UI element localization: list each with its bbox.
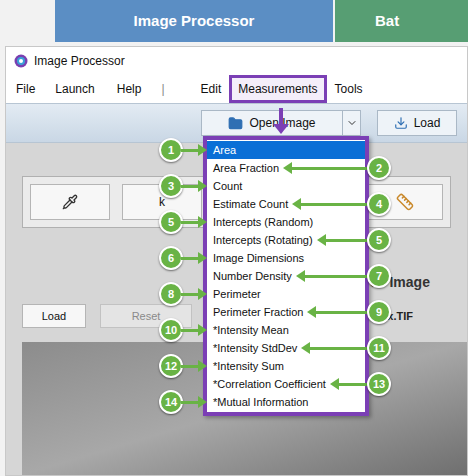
app-tab[interactable]: Bat — [335, 0, 468, 42]
ruler-icon — [396, 193, 414, 211]
callout-arrow — [301, 342, 375, 354]
folder-icon — [228, 116, 243, 131]
pointer-arrow — [273, 108, 289, 134]
callout-badge: 6 — [159, 246, 183, 270]
menu-item[interactable]: Perimeter8 — [207, 285, 365, 303]
menu-item[interactable]: *Intensity StdDev11 — [207, 339, 365, 357]
menu-bar: File Launch Help | Edit Measurements Tools — [6, 75, 467, 103]
window-title: Image Processor — [34, 52, 125, 70]
callout-badge: 5 — [159, 210, 183, 234]
callout-arrow — [181, 288, 207, 300]
load-button[interactable]: Load — [377, 110, 457, 136]
callout-badge: 10 — [159, 318, 183, 342]
callout-arrow — [307, 306, 375, 318]
callout-badge: 13 — [367, 372, 391, 396]
callout-badge: 12 — [159, 354, 183, 378]
menu-item[interactable]: *Intensity Mean10 — [207, 321, 365, 339]
menu-item[interactable]: Number Density7 — [207, 267, 365, 285]
measurements-menu: Area1Area Fraction2Count3Estimate Count4… — [203, 136, 369, 416]
callout-arrow — [181, 180, 207, 192]
reference-load-button[interactable]: Load — [22, 304, 86, 328]
title-bar: Image Processor — [6, 47, 467, 75]
menu-item[interactable]: *Intensity Sum12 — [207, 357, 365, 375]
callout-badge: 7 — [367, 264, 391, 288]
callout-badge: 11 — [367, 336, 391, 360]
callout-badge: 2 — [367, 156, 391, 180]
callout-badge: 3 — [159, 174, 183, 198]
menu-bar-item[interactable]: Launch — [55, 80, 94, 98]
menu-bar-item[interactable]: Tools — [335, 80, 363, 98]
screen: Image ProcessorBatImage ProcessorFileLau… — [0, 0, 468, 476]
callout-arrow — [181, 216, 207, 228]
callout-badge: 5 — [367, 228, 391, 252]
callout-arrow — [181, 252, 207, 264]
callout-arrow — [181, 396, 207, 408]
callout-arrow — [181, 144, 207, 156]
menu-bar-item[interactable]: Edit — [201, 80, 222, 98]
menu-item[interactable]: Image Dimensions6 — [207, 249, 365, 267]
callout-arrow — [283, 162, 375, 174]
menu-separator: | — [161, 80, 164, 98]
menu-item[interactable]: *Mutual Information14 — [207, 393, 365, 411]
dropdown-icon — [346, 117, 358, 129]
callout-arrow — [292, 198, 375, 210]
menu-item[interactable]: Intercepts (Rotating)5 — [207, 231, 365, 249]
menu-item[interactable]: Area1 — [207, 141, 365, 159]
menu-item[interactable]: Perimeter Fraction9 — [207, 303, 365, 321]
menu-bar-item[interactable]: Help — [117, 80, 142, 98]
menu-item[interactable]: Estimate Count4 — [207, 195, 365, 213]
callout-badge: 9 — [367, 300, 391, 324]
callout-arrow — [181, 324, 207, 336]
menu-item[interactable]: Area Fraction2 — [207, 159, 365, 177]
menu-bar-item[interactable]: Measurements — [229, 75, 326, 103]
callout-arrow — [181, 360, 207, 372]
app-tabs: Image ProcessorBat — [0, 0, 468, 42]
menu-item[interactable]: Count3 — [207, 177, 365, 195]
menu-item[interactable]: *Correlation Coefficient13 — [207, 375, 365, 393]
eyedropper-icon — [62, 194, 78, 210]
load-icon — [394, 116, 408, 130]
app-logo-icon — [14, 54, 28, 68]
menu-item[interactable]: Intercepts (Random)5 — [207, 213, 365, 231]
callout-badge: 1 — [159, 138, 183, 162]
app-tab[interactable]: Image Processor — [55, 0, 333, 42]
menu-bar-item[interactable]: File — [16, 80, 35, 98]
callout-arrow — [296, 270, 375, 282]
callout-badge: 14 — [159, 390, 183, 414]
callout-badge: 8 — [159, 282, 183, 306]
eyedropper-button[interactable] — [30, 184, 110, 220]
callout-badge: 4 — [367, 192, 391, 216]
